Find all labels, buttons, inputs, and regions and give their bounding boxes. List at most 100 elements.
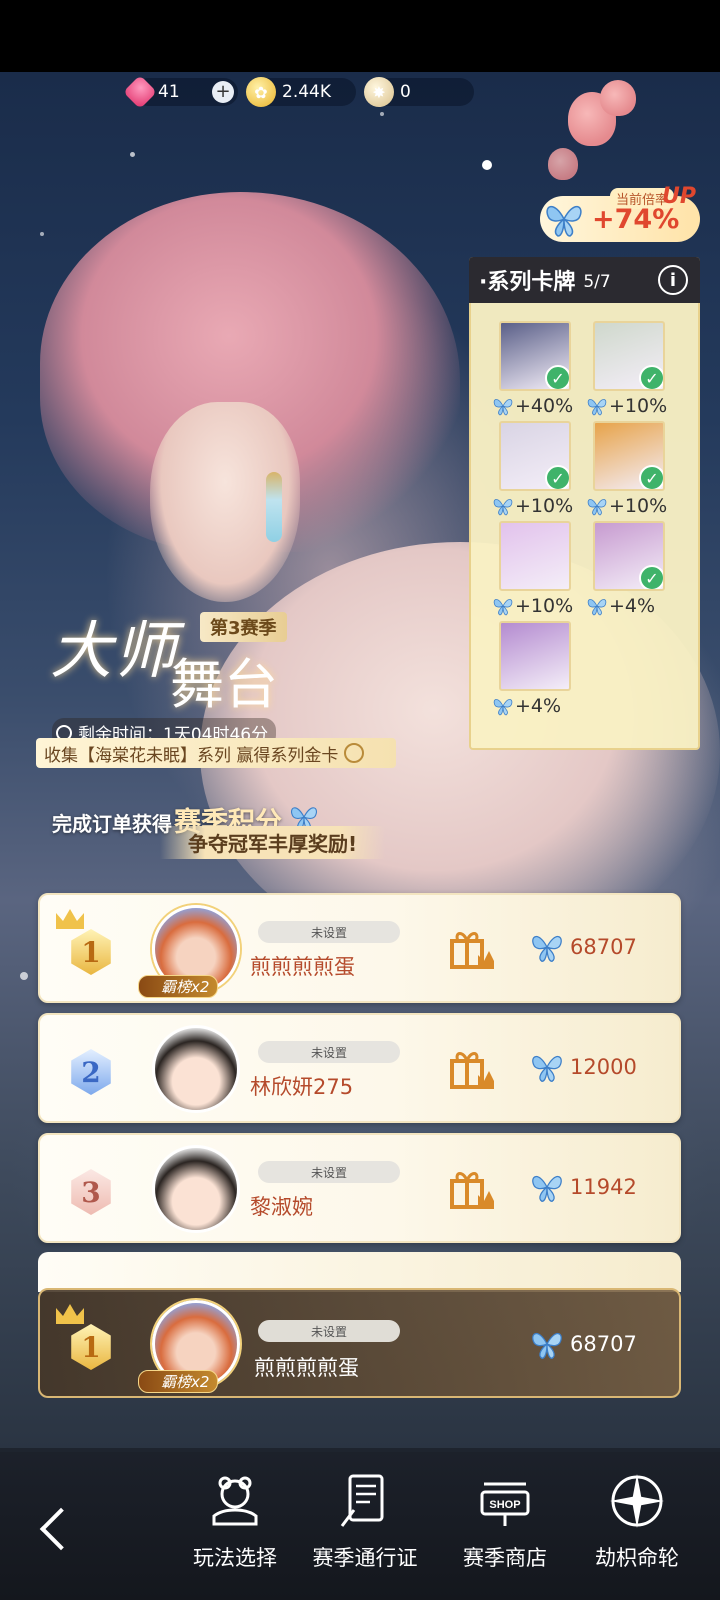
gift-crown-icon[interactable] — [448, 1169, 496, 1211]
star-decoration — [40, 232, 44, 236]
season-title-main: 大师 — [50, 614, 179, 687]
nav-season-shop[interactable]: SHOP 赛季商店 — [440, 1470, 570, 1572]
score-value: 12000 — [570, 1055, 637, 1079]
card-bonus: +10% — [585, 495, 667, 517]
check-icon: ✓ — [545, 365, 569, 389]
rate-badge[interactable]: 当前倍率 UP +74% — [540, 184, 700, 242]
butterfly-icon — [532, 935, 562, 962]
my-rank-row[interactable]: 1 霸榜x2 未设置 煎煎煎煎蛋 68707 — [38, 1288, 681, 1398]
nav-label: 劫枳命轮 — [595, 1546, 679, 1570]
gold-amount: 2.44K — [282, 82, 331, 102]
star-counter: ✸ 0 — [364, 77, 474, 107]
title-unset-pill: 未设置 — [258, 921, 400, 943]
card-bonus-value: +10% — [515, 495, 574, 517]
card-bonus: +40% — [491, 395, 573, 417]
back-button[interactable] — [39, 1507, 83, 1551]
card-bonus: +10% — [491, 495, 573, 517]
top-rank-tag: 霸榜x2 — [138, 1370, 219, 1393]
title-unset-pill: 未设置 — [258, 1161, 400, 1183]
mission-subtext: 争夺冠军丰厚奖励! — [160, 826, 386, 859]
season-title-sub: 舞台 — [170, 653, 278, 716]
card-bonus-value: +4% — [515, 695, 562, 717]
butterfly-icon — [532, 1175, 562, 1202]
score: 11942 — [528, 1171, 637, 1203]
series-count: 5/7 — [583, 272, 611, 292]
card-bonus: +10% — [585, 395, 667, 417]
rank-row[interactable]: 3 未设置黎淑婉 11942 — [38, 1133, 681, 1243]
butterfly-icon — [532, 1055, 562, 1082]
nav-play-select[interactable]: 玩法选择 — [170, 1470, 300, 1572]
butterfly-icon — [493, 599, 513, 616]
my-rank-badge: 1 — [71, 1324, 111, 1370]
series-card[interactable]: ✓ — [499, 321, 571, 391]
series-card[interactable]: ✓ — [593, 421, 665, 491]
rank-row[interactable]: 1 霸榜x2 未设置煎煎煎煎蛋 68707 — [38, 893, 681, 1003]
top-rank-tag: 霸榜x2 — [138, 975, 219, 998]
butterfly-icon — [532, 1332, 562, 1359]
info-button[interactable]: i — [658, 265, 688, 295]
star-coin-icon: ✸ — [364, 77, 394, 107]
collect-series-banner[interactable]: 收集【海棠花未眠】系列 赢得系列金卡 — [36, 738, 396, 768]
status-bar — [0, 0, 720, 72]
butterfly-icon — [493, 499, 513, 516]
butterfly-icon — [493, 399, 513, 416]
player-name: 林欣妍275 — [250, 1075, 354, 1099]
avatar[interactable] — [152, 1025, 240, 1113]
rank-row[interactable]: 2 未设置林欣妍275 12000 — [38, 1013, 681, 1123]
rank-badge: 3 — [71, 1169, 111, 1215]
rank-badge: 2 — [71, 1049, 111, 1095]
check-icon: ✓ — [639, 565, 663, 589]
check-icon: ✓ — [545, 465, 569, 489]
series-card[interactable]: ✓ — [593, 321, 665, 391]
butterfly-icon — [587, 599, 607, 616]
star-decoration — [130, 152, 135, 157]
check-icon: ✓ — [639, 465, 663, 489]
gift-crown-icon[interactable] — [448, 1049, 496, 1091]
search-icon[interactable] — [344, 743, 365, 763]
nav-label: 赛季通行证 — [312, 1546, 418, 1570]
series-card[interactable]: ✓ — [499, 421, 571, 491]
series-card[interactable] — [499, 521, 571, 591]
score-value: 11942 — [570, 1175, 637, 1199]
shop-sign-text: SHOP — [489, 1499, 520, 1511]
player-name: 煎煎煎煎蛋 — [254, 1356, 359, 1380]
title-unset-pill: 未设置 — [258, 1320, 400, 1342]
star-decoration — [380, 112, 384, 116]
card-bonus-value: +10% — [609, 395, 668, 417]
card-bonus: +4% — [585, 595, 655, 617]
add-gems-button[interactable]: + — [212, 81, 234, 103]
player-name: 黎淑婉 — [250, 1195, 313, 1219]
gem-counter: 41 + — [123, 75, 238, 109]
card-bonus-value: +40% — [515, 395, 574, 417]
title-unset-pill: 未设置 — [258, 1041, 400, 1063]
card-bonus: +10% — [491, 595, 573, 617]
rank-badge: 1 — [71, 929, 111, 975]
gold-counter: ✿ 2.44K — [246, 77, 356, 107]
score: 12000 — [528, 1051, 637, 1083]
gem-amount: 41 — [158, 82, 180, 102]
avatar[interactable] — [152, 1145, 240, 1233]
nav-label: 玩法选择 — [193, 1546, 277, 1570]
score-value: 68707 — [570, 1332, 637, 1356]
score: 68707 — [528, 931, 637, 963]
series-card[interactable]: ✓ — [593, 521, 665, 591]
check-icon: ✓ — [639, 365, 663, 389]
star-decoration — [482, 160, 492, 170]
series-card[interactable] — [499, 621, 571, 691]
shop-sign-icon: SHOP — [480, 1482, 530, 1526]
scroll-quill-icon — [340, 1474, 384, 1527]
crown-icon — [56, 909, 84, 929]
compass-wheel-icon — [610, 1474, 664, 1528]
crown-icon — [56, 1304, 84, 1324]
season-logo: 大师 舞台 第3赛季 — [40, 600, 340, 716]
nav-season-pass[interactable]: 赛季通行证 — [300, 1470, 430, 1572]
gift-crown-icon[interactable] — [448, 929, 496, 971]
nav-fate-wheel[interactable]: 劫枳命轮 — [572, 1470, 702, 1572]
card-bonus: +4% — [491, 695, 561, 717]
flower-decoration — [600, 80, 636, 116]
card-bonus-value: +10% — [515, 595, 574, 617]
series-header: ·系列卡牌 5/7 i — [469, 257, 700, 303]
bear-hand-icon — [212, 1476, 258, 1526]
butterfly-icon — [587, 499, 607, 516]
player-name: 煎煎煎煎蛋 — [250, 955, 355, 979]
